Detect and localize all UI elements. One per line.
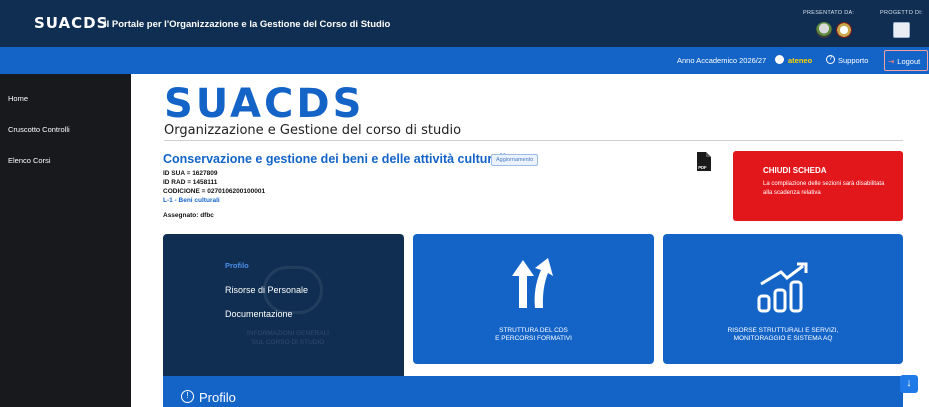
scroll-down-icon[interactable]: ↓ xyxy=(900,375,918,393)
brand-logo-text: SUACDS xyxy=(164,81,364,126)
top-header: SUACDS Il Portale per l'Organizzazione e… xyxy=(0,0,929,47)
logout-button[interactable]: ⇥ Logout xyxy=(884,50,928,71)
top-navbar: Anno Accademico 2026/27 ateneo ? Support… xyxy=(0,47,929,74)
logout-label: Logout xyxy=(897,57,921,66)
sidebar-item-elenco-corsi[interactable]: Elenco Corsi xyxy=(8,156,51,165)
id-rad: ID RAD = 1458111 xyxy=(163,179,218,186)
general-info-panel: Profilo Risorse di Personale Documentazi… xyxy=(163,234,404,376)
resources-panel[interactable]: RISORSE STRUTTURALI E SERVIZI, MONITORAG… xyxy=(663,234,903,364)
structure-caption-1: STRUTTURA DEL CDS xyxy=(499,327,568,334)
support-link[interactable]: Supporto xyxy=(838,56,868,65)
resources-caption-2: MONITORAGGIO E SISTEMA AQ xyxy=(733,335,833,342)
watermark-line-1: INFORMAZIONI GENERALI xyxy=(247,330,329,337)
panel-watermark-text: INFORMAZIONI GENERALI SUL CORSO DI STUDI… xyxy=(223,329,353,347)
profile-section-header: ! Profilo xyxy=(163,376,903,407)
project-logo-icon xyxy=(893,22,910,38)
header-divider xyxy=(164,140,903,141)
presented-by-label: PRESENTATO DA: xyxy=(803,10,855,16)
info-icon: ! xyxy=(181,390,194,403)
split-arrows-icon xyxy=(512,258,553,308)
page-subtitle: Organizzazione e Gestione del corso di s… xyxy=(164,123,462,138)
profile-section-title: Profilo xyxy=(199,390,236,405)
user-name[interactable]: ateneo xyxy=(788,56,812,65)
growth-chart-icon xyxy=(757,262,808,313)
panel-menu-risorse-personale[interactable]: Risorse di Personale xyxy=(225,285,308,295)
help-icon: ? xyxy=(826,55,835,64)
structure-panel[interactable]: STRUTTURA DEL CDS E PERCORSI FORMATIVI xyxy=(413,234,654,364)
sidebar-item-home[interactable]: Home xyxy=(8,94,28,103)
sidebar-item-cruscotto-controlli[interactable]: Cruscotto Controlli xyxy=(8,125,70,134)
project-of-label: PROGETTO DI: xyxy=(880,10,923,16)
close-sheet-card[interactable]: CHIUDI SCHEDA La compilazione delle sezi… xyxy=(733,151,903,221)
panel-menu-documentazione[interactable]: Documentazione xyxy=(225,309,293,319)
sidebar: Home Cruscotto Controlli Elenco Corsi xyxy=(0,74,131,407)
portal-title: Il Portale per l'Organizzazione e la Ges… xyxy=(104,19,391,30)
update-badge[interactable]: Aggiornamento xyxy=(491,154,539,166)
partner-logo-icon xyxy=(816,22,832,38)
watermark-line-2: SUL CORSO DI STUDIO xyxy=(251,339,325,346)
pdf-icon[interactable]: PDF xyxy=(695,152,712,172)
assigned-user: Assegnato: dfbc xyxy=(163,212,214,219)
panel-menu-profilo[interactable]: Profilo xyxy=(225,261,249,270)
suacds-brand-logo: SUACDS xyxy=(164,81,364,126)
resources-caption-1: RISORSE STRUTTURALI E SERVIZI, xyxy=(727,327,839,334)
structure-caption-2: E PERCORSI FORMATIVI xyxy=(495,335,572,342)
user-icon xyxy=(775,55,784,64)
header-logo[interactable]: SUACDS xyxy=(34,14,108,32)
pdf-label: PDF xyxy=(698,165,707,170)
close-sheet-description: La compilazione delle sezioni sarà disab… xyxy=(763,181,885,196)
id-sua: ID SUA = 1627809 xyxy=(163,170,218,177)
close-sheet-title: CHIUDI SCHEDA xyxy=(763,166,827,175)
academic-year[interactable]: Anno Accademico 2026/27 xyxy=(677,56,766,65)
codicione: CODICIONE = 0270106200100001 xyxy=(163,188,266,195)
class-link[interactable]: L-1 - Beni culturali xyxy=(163,197,220,204)
logout-icon: ⇥ xyxy=(888,57,895,66)
course-title: Conservazione e gestione dei beni e dell… xyxy=(163,152,507,166)
university-seal-icon xyxy=(836,22,852,38)
